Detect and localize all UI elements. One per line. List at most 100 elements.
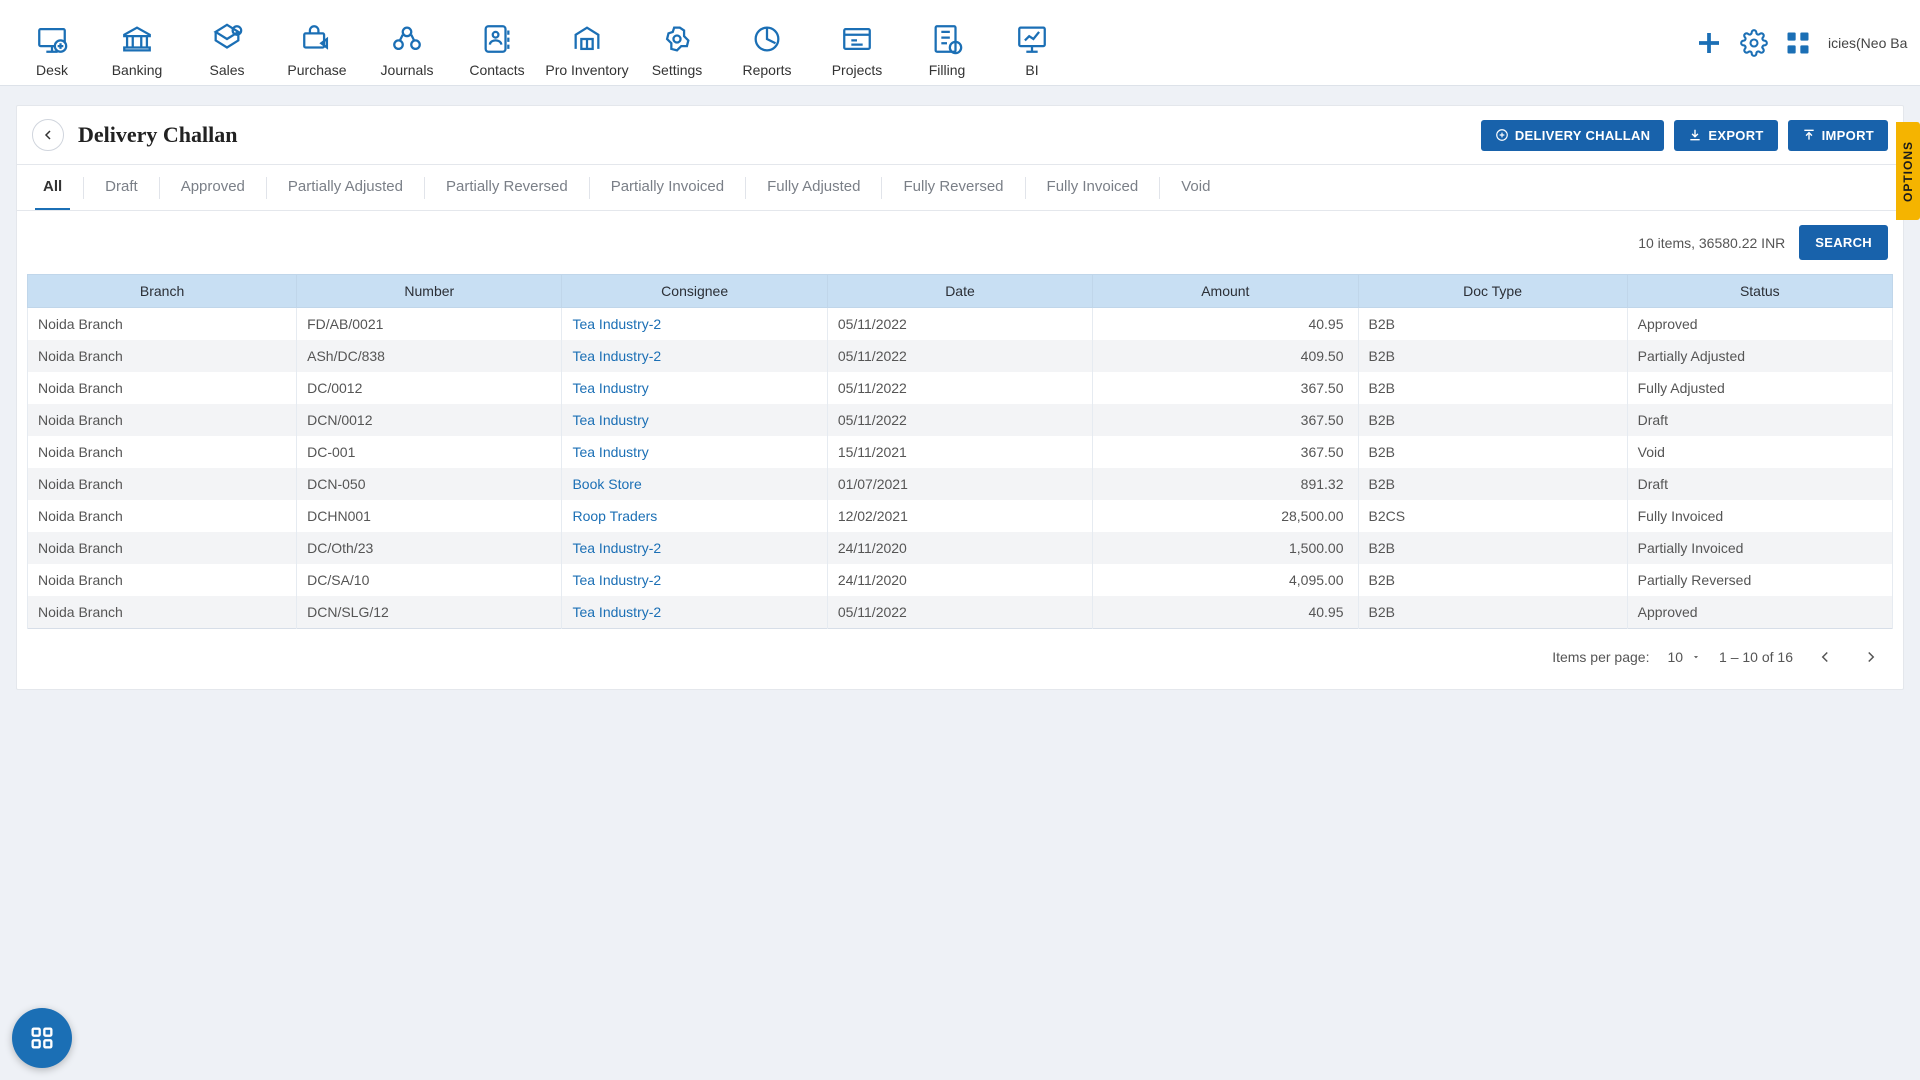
plus-circle-icon xyxy=(1495,128,1509,142)
options-side-tab[interactable]: OPTIONS xyxy=(1896,122,1920,220)
import-button[interactable]: IMPORT xyxy=(1788,120,1888,151)
gear-icon[interactable] xyxy=(1740,29,1768,57)
col-doctype[interactable]: Doc Type xyxy=(1358,275,1627,308)
cell-consignee[interactable]: Tea Industry-2 xyxy=(562,308,827,341)
topnav-label: Sales xyxy=(209,62,244,78)
cell-date: 05/11/2022 xyxy=(827,596,1092,629)
table-row[interactable]: Noida BranchDC/Oth/23Tea Industry-224/11… xyxy=(28,532,1893,564)
cell-status: Partially Invoiced xyxy=(1627,532,1892,564)
tab-fully-invoiced[interactable]: Fully Invoiced xyxy=(1039,165,1147,210)
cell-consignee[interactable]: Tea Industry-2 xyxy=(562,340,827,372)
cell-amount: 1,500.00 xyxy=(1093,532,1358,564)
topnav-label: BI xyxy=(1025,62,1038,78)
cell-date: 05/11/2022 xyxy=(827,340,1092,372)
col-branch[interactable]: Branch xyxy=(28,275,297,308)
topnav-settings[interactable]: Settings xyxy=(632,8,722,78)
cell-amount: 367.50 xyxy=(1093,372,1358,404)
col-status[interactable]: Status xyxy=(1627,275,1892,308)
challan-table: Branch Number Consignee Date Amount Doc … xyxy=(27,274,1893,629)
top-toolbar: Desk Banking Sales Purchase Journals Contacts… xyxy=(0,0,1920,86)
next-page-button[interactable] xyxy=(1857,643,1885,671)
export-button[interactable]: EXPORT xyxy=(1674,120,1777,151)
cell-date: 05/11/2022 xyxy=(827,372,1092,404)
tab-partially-adjusted[interactable]: Partially Adjusted xyxy=(280,165,411,210)
tab-void[interactable]: Void xyxy=(1173,165,1218,210)
filling-icon xyxy=(930,22,964,56)
cell-consignee[interactable]: Roop Traders xyxy=(562,500,827,532)
summary-text: 10 items, 36580.22 INR xyxy=(1638,235,1785,251)
back-button[interactable] xyxy=(32,119,64,151)
tab-approved[interactable]: Approved xyxy=(173,165,253,210)
cell-consignee[interactable]: Tea Industry-2 xyxy=(562,532,827,564)
download-icon xyxy=(1688,128,1702,142)
topnav-label: Contacts xyxy=(469,62,524,78)
cell-date: 05/11/2022 xyxy=(827,404,1092,436)
items-per-page-value: 10 xyxy=(1667,649,1683,665)
new-challan-button[interactable]: DELIVERY CHALLAN xyxy=(1481,120,1665,151)
table-row[interactable]: Noida BranchDC/0012Tea Industry05/11/202… xyxy=(28,372,1893,404)
search-button[interactable]: SEARCH xyxy=(1799,225,1888,260)
tab-fully-adjusted[interactable]: Fully Adjusted xyxy=(759,165,868,210)
cell-consignee[interactable]: Tea Industry xyxy=(562,404,827,436)
topnav-purchase[interactable]: Purchase xyxy=(272,8,362,78)
table-row[interactable]: Noida BranchDCN/SLG/12Tea Industry-205/1… xyxy=(28,596,1893,629)
col-amount[interactable]: Amount xyxy=(1093,275,1358,308)
topnav-bi[interactable]: BI xyxy=(992,8,1072,78)
topnav-label: Pro Inventory xyxy=(545,62,628,78)
items-per-page-label: Items per page: xyxy=(1552,649,1649,665)
col-number[interactable]: Number xyxy=(297,275,562,308)
export-label: EXPORT xyxy=(1708,128,1763,143)
tab-partially-invoiced[interactable]: Partially Invoiced xyxy=(603,165,732,210)
cell-consignee[interactable]: Tea Industry-2 xyxy=(562,564,827,596)
tab-draft[interactable]: Draft xyxy=(97,165,146,210)
topnav-label: Banking xyxy=(112,62,163,78)
table-row[interactable]: Noida BranchFD/AB/0021Tea Industry-205/1… xyxy=(28,308,1893,341)
cell-doctype: B2B xyxy=(1358,596,1627,629)
bi-icon xyxy=(1015,22,1049,56)
topnav-pro-inventory[interactable]: Pro Inventory xyxy=(542,8,632,78)
col-consignee[interactable]: Consignee xyxy=(562,275,827,308)
table-row[interactable]: Noida BranchDCN/0012Tea Industry05/11/20… xyxy=(28,404,1893,436)
cell-consignee[interactable]: Book Store xyxy=(562,468,827,500)
apps-icon[interactable] xyxy=(1784,29,1812,57)
apps-fab[interactable] xyxy=(12,1008,72,1068)
company-selector[interactable]: icies(Neo Bai xyxy=(1828,35,1908,51)
cell-consignee[interactable]: Tea Industry-2 xyxy=(562,596,827,629)
cell-consignee[interactable]: Tea Industry xyxy=(562,372,827,404)
topnav-filling[interactable]: Filling xyxy=(902,8,992,78)
cell-amount: 367.50 xyxy=(1093,404,1358,436)
status-tabs: All Draft Approved Partially Adjusted Partia… xyxy=(17,164,1903,211)
pagination: Items per page: 10 1 – 10 of 16 xyxy=(17,629,1903,689)
topnav-label: Purchase xyxy=(287,62,346,78)
tab-partially-reversed[interactable]: Partially Reversed xyxy=(438,165,576,210)
cell-consignee[interactable]: Tea Industry xyxy=(562,436,827,468)
topnav-desk[interactable]: Desk xyxy=(12,8,92,78)
table-row[interactable]: Noida BranchDCN-050Book Store01/07/20218… xyxy=(28,468,1893,500)
tab-all[interactable]: All xyxy=(35,165,70,210)
cell-status: Partially Adjusted xyxy=(1627,340,1892,372)
cell-doctype: B2B xyxy=(1358,436,1627,468)
cell-date: 15/11/2021 xyxy=(827,436,1092,468)
topnav-label: Desk xyxy=(36,62,68,78)
topnav-projects[interactable]: Projects xyxy=(812,8,902,78)
topnav-contacts[interactable]: Contacts xyxy=(452,8,542,78)
plus-icon[interactable] xyxy=(1694,28,1724,58)
topnav-journals[interactable]: Journals xyxy=(362,8,452,78)
table-row[interactable]: Noida BranchDCHN001Roop Traders12/02/202… xyxy=(28,500,1893,532)
topnav-label: Settings xyxy=(652,62,703,78)
cell-doctype: B2B xyxy=(1358,404,1627,436)
topnav-sales[interactable]: Sales xyxy=(182,8,272,78)
topnav-banking[interactable]: Banking xyxy=(92,8,182,78)
tab-fully-reversed[interactable]: Fully Reversed xyxy=(895,165,1011,210)
prev-page-button[interactable] xyxy=(1811,643,1839,671)
summary-bar: 10 items, 36580.22 INR SEARCH xyxy=(17,211,1903,274)
col-date[interactable]: Date xyxy=(827,275,1092,308)
items-per-page-select[interactable]: 10 xyxy=(1667,649,1701,665)
cell-status: Draft xyxy=(1627,404,1892,436)
table-row[interactable]: Noida BranchDC/SA/10Tea Industry-224/11/… xyxy=(28,564,1893,596)
cell-amount: 367.50 xyxy=(1093,436,1358,468)
page-range-label: 1 – 10 of 16 xyxy=(1719,649,1793,665)
topnav-reports[interactable]: Reports xyxy=(722,8,812,78)
table-row[interactable]: Noida BranchDC-001Tea Industry15/11/2021… xyxy=(28,436,1893,468)
table-row[interactable]: Noida BranchASh/DC/838Tea Industry-205/1… xyxy=(28,340,1893,372)
